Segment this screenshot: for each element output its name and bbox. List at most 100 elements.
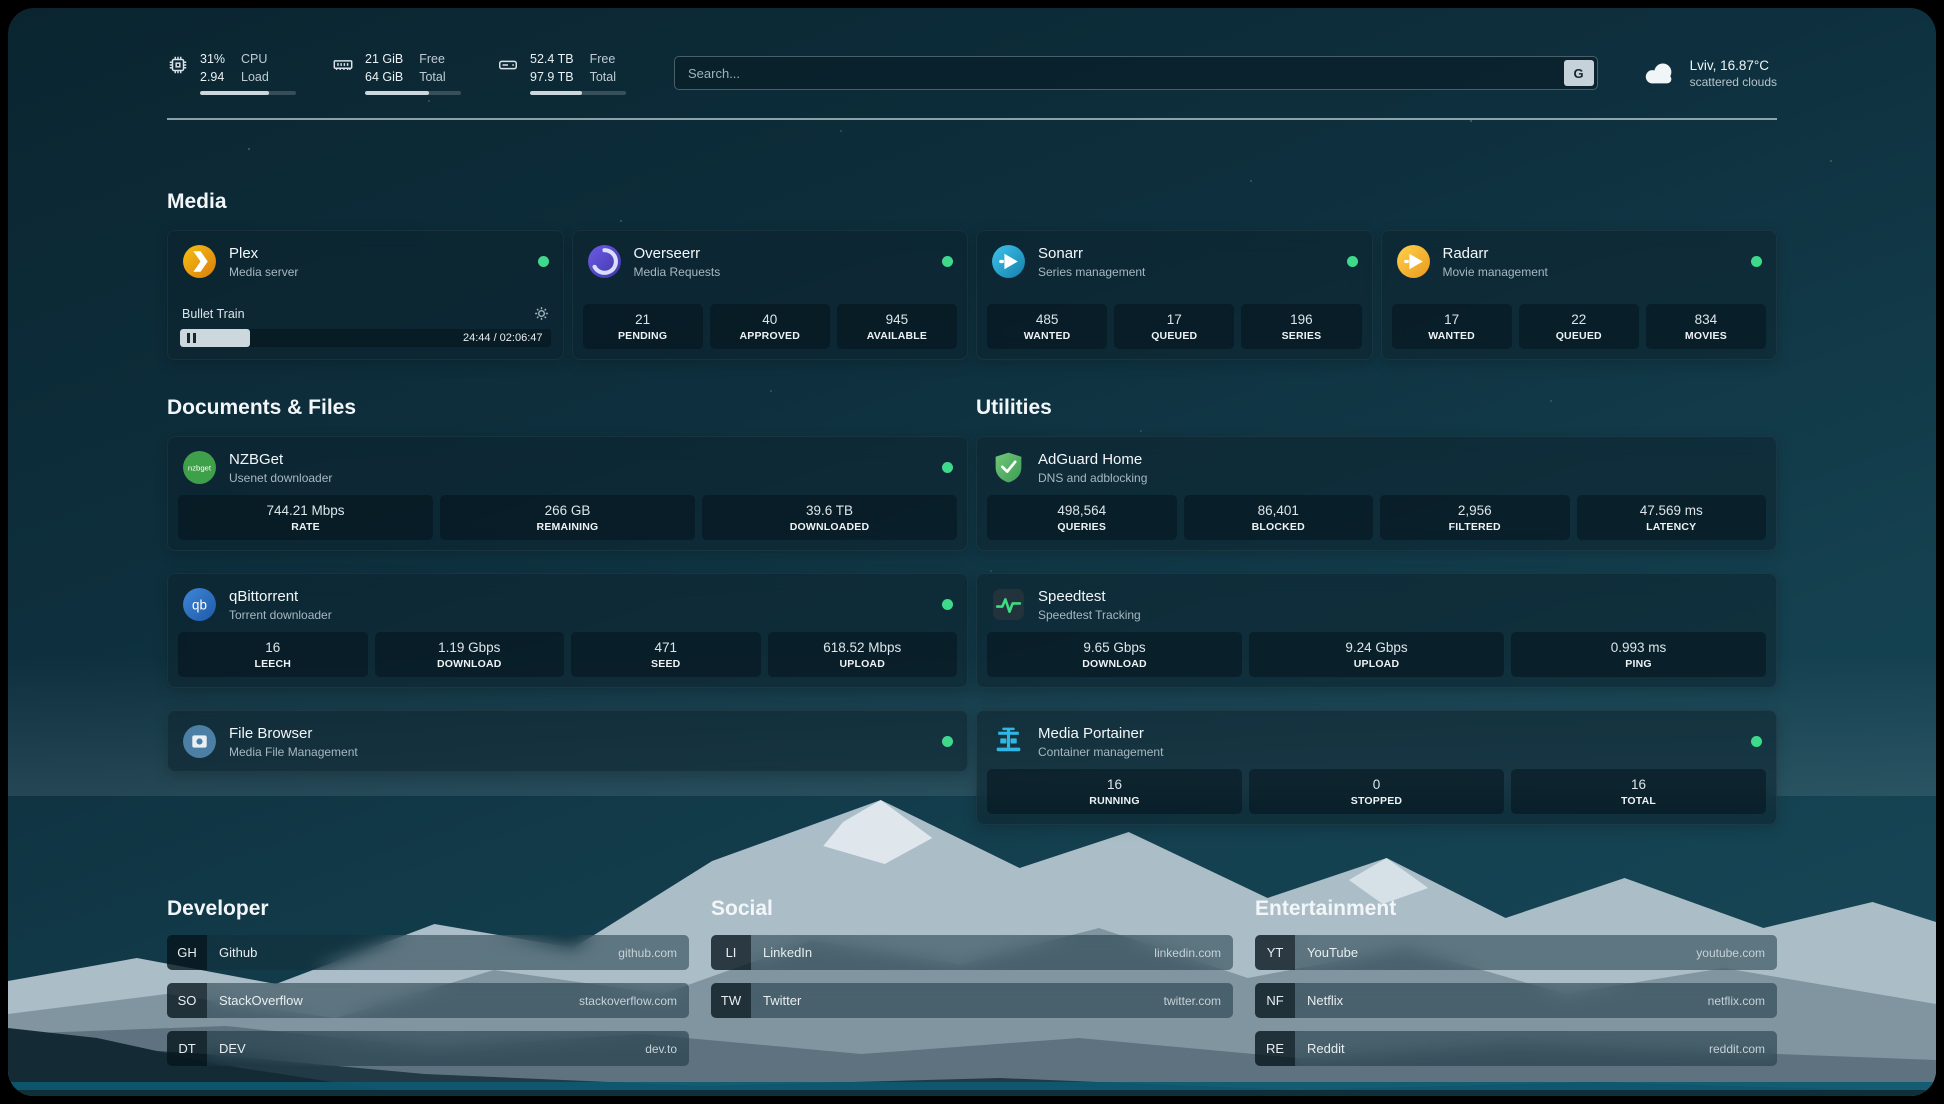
nzbget-icon: nzbget bbox=[182, 450, 217, 485]
bookmark-group-social: Social LI LinkedIn linkedin.com TW Twitt… bbox=[711, 897, 1233, 1066]
topbar-divider bbox=[167, 118, 1777, 120]
status-dot bbox=[942, 599, 953, 610]
service-card-adguard[interactable]: AdGuard Home DNS and adblocking 498,564 … bbox=[976, 436, 1777, 551]
service-name: NZBGet bbox=[229, 451, 332, 468]
disk-total-label: Total bbox=[590, 69, 616, 85]
service-name: Sonarr bbox=[1038, 245, 1145, 262]
pause-icon[interactable] bbox=[187, 333, 196, 343]
bookmark-name: LinkedIn bbox=[763, 945, 812, 960]
service-name: Radarr bbox=[1443, 245, 1548, 262]
status-dot bbox=[1751, 736, 1762, 747]
filebrowser-icon bbox=[182, 724, 217, 759]
svg-text:nzbget: nzbget bbox=[188, 464, 212, 473]
bookmark-linkedin[interactable]: LI LinkedIn linkedin.com bbox=[711, 935, 1233, 970]
stat-wanted: 485 WANTED bbox=[987, 304, 1107, 349]
status-dot bbox=[1347, 256, 1358, 267]
service-subtitle: Speedtest Tracking bbox=[1038, 608, 1141, 622]
cpu-usage-bar bbox=[200, 91, 296, 95]
search-bar: G bbox=[674, 56, 1598, 90]
bookmark-url: dev.to bbox=[645, 1042, 677, 1056]
bookmark-abbr: TW bbox=[711, 983, 751, 1018]
weather-widget: Lviv, 16.87°C scattered clouds bbox=[1642, 58, 1777, 89]
service-card-sonarr[interactable]: Sonarr Series management 485 WANTED 17 Q… bbox=[976, 230, 1373, 360]
bookmark-youtube[interactable]: YT YouTube youtube.com bbox=[1255, 935, 1777, 970]
disk-total: 97.9 TB bbox=[530, 69, 574, 85]
qbittorrent-icon: qb bbox=[182, 587, 217, 622]
service-card-portainer[interactable]: Media Portainer Container management 16 … bbox=[976, 710, 1777, 825]
disk-widget: 52.4 TB 97.9 TB Free Total bbox=[497, 51, 626, 96]
service-name: AdGuard Home bbox=[1038, 451, 1147, 468]
service-card-nzbget[interactable]: nzbget NZBGet Usenet downloader 74 bbox=[167, 436, 968, 551]
service-subtitle: Usenet downloader bbox=[229, 471, 332, 485]
now-playing-title: Bullet Train bbox=[182, 307, 245, 321]
service-card-speedtest[interactable]: Speedtest Speedtest Tracking 9.65 Gbps D… bbox=[976, 573, 1777, 688]
service-subtitle: Media Requests bbox=[634, 265, 721, 279]
stat-upload: 9.24 Gbps UPLOAD bbox=[1249, 632, 1504, 677]
service-card-filebrowser[interactable]: File Browser Media File Management bbox=[167, 710, 968, 772]
bookmark-abbr: SO bbox=[167, 983, 207, 1018]
stat-download: 1.19 Gbps DOWNLOAD bbox=[375, 632, 565, 677]
stat-upload: 618.52 Mbps UPLOAD bbox=[768, 632, 958, 677]
bookmark-stackoverflow[interactable]: SO StackOverflow stackoverflow.com bbox=[167, 983, 689, 1018]
ram-icon bbox=[332, 54, 354, 76]
developer-heading: Developer bbox=[167, 897, 689, 921]
stat-ping: 0.993 ms PING bbox=[1511, 632, 1766, 677]
status-dot bbox=[538, 256, 549, 267]
search-input[interactable] bbox=[678, 66, 1564, 81]
service-name: Plex bbox=[229, 245, 298, 262]
playback-progress-bar[interactable]: 24:44 / 02:06:47 bbox=[180, 329, 551, 347]
svg-text:qb: qb bbox=[192, 598, 207, 613]
bookmark-name: Netflix bbox=[1307, 993, 1343, 1008]
settings-gear-icon[interactable] bbox=[534, 306, 549, 321]
service-subtitle: Series management bbox=[1038, 265, 1145, 279]
service-name: Media Portainer bbox=[1038, 725, 1163, 742]
status-dot bbox=[942, 462, 953, 473]
bookmark-abbr: LI bbox=[711, 935, 751, 970]
cloud-icon bbox=[1642, 59, 1678, 87]
service-card-overseerr[interactable]: Overseerr Media Requests 21 PENDING 40 A… bbox=[572, 230, 969, 360]
service-card-qbittorrent[interactable]: qb qBittorrent Torrent downloader bbox=[167, 573, 968, 688]
section-documents-files: Documents & Files nzbget bbox=[167, 396, 968, 825]
adguard-icon bbox=[991, 450, 1026, 485]
stat-latency: 47.569 ms LATENCY bbox=[1577, 495, 1767, 540]
service-name: qBittorrent bbox=[229, 588, 332, 605]
service-name: Overseerr bbox=[634, 245, 721, 262]
system-stats: 31% 2.94 CPU Load bbox=[167, 51, 626, 96]
section-media: Media Plex bbox=[167, 190, 1777, 360]
stat-queries: 498,564 QUERIES bbox=[987, 495, 1177, 540]
bookmark-dev[interactable]: DT DEV dev.to bbox=[167, 1031, 689, 1066]
bookmark-url: twitter.com bbox=[1164, 994, 1221, 1008]
stat-blocked: 86,401 BLOCKED bbox=[1184, 495, 1374, 540]
documents-heading: Documents & Files bbox=[167, 396, 968, 420]
bookmark-abbr: YT bbox=[1255, 935, 1295, 970]
disk-free: 52.4 TB bbox=[530, 51, 574, 67]
ram-total: 64 GiB bbox=[365, 69, 403, 85]
bookmark-url: netflix.com bbox=[1708, 994, 1765, 1008]
service-subtitle: DNS and adblocking bbox=[1038, 471, 1147, 485]
stat-remaining: 266 GB REMAINING bbox=[440, 495, 695, 540]
bookmark-reddit[interactable]: RE Reddit reddit.com bbox=[1255, 1031, 1777, 1066]
bookmark-github[interactable]: GH Github github.com bbox=[167, 935, 689, 970]
bookmark-url: linkedin.com bbox=[1154, 946, 1221, 960]
bookmark-abbr: DT bbox=[167, 1031, 207, 1066]
bookmark-name: StackOverflow bbox=[219, 993, 303, 1008]
bookmark-name: DEV bbox=[219, 1041, 246, 1056]
bookmark-name: Github bbox=[219, 945, 257, 960]
stat-series: 196 SERIES bbox=[1241, 304, 1361, 349]
bookmark-twitter[interactable]: TW Twitter twitter.com bbox=[711, 983, 1233, 1018]
service-name: Speedtest bbox=[1038, 588, 1141, 605]
service-card-radarr[interactable]: Radarr Movie management 17 WANTED 22 QUE… bbox=[1381, 230, 1778, 360]
cpu-load: 2.94 bbox=[200, 69, 225, 85]
bookmark-netflix[interactable]: NF Netflix netflix.com bbox=[1255, 983, 1777, 1018]
weather-condition: scattered clouds bbox=[1690, 75, 1777, 89]
service-card-plex[interactable]: Plex Media server Bullet Train bbox=[167, 230, 564, 360]
stat-stopped: 0 STOPPED bbox=[1249, 769, 1504, 814]
stat-downloaded: 39.6 TB DOWNLOADED bbox=[702, 495, 957, 540]
search-provider-button[interactable]: G bbox=[1564, 60, 1594, 86]
service-name: File Browser bbox=[229, 725, 358, 742]
service-subtitle: Movie management bbox=[1443, 265, 1548, 279]
topbar: 31% 2.94 CPU Load bbox=[167, 44, 1777, 102]
stat-pending: 21 PENDING bbox=[583, 304, 703, 349]
bookmark-url: youtube.com bbox=[1696, 946, 1765, 960]
utilities-heading: Utilities bbox=[976, 396, 1777, 420]
